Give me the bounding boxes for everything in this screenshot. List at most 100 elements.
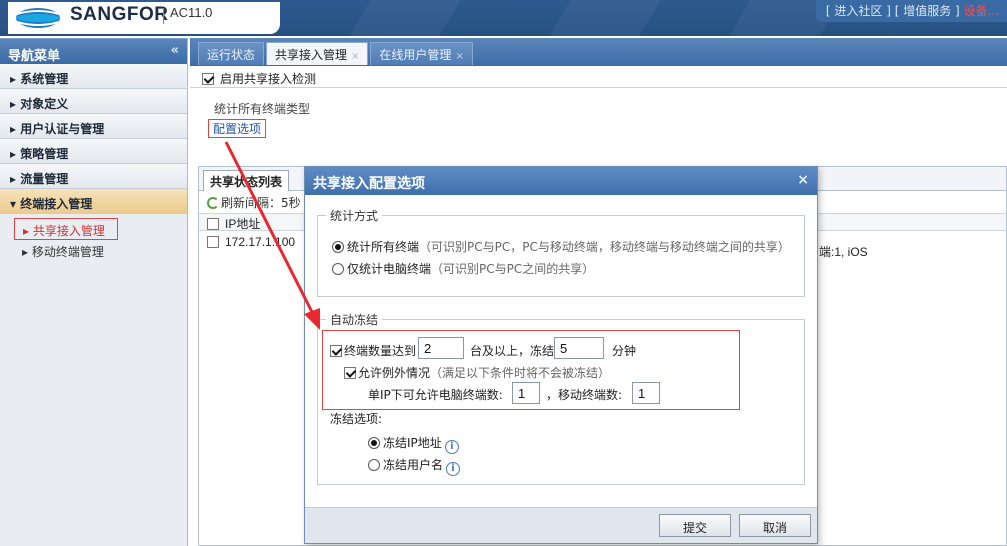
freeze-user-label: 冻结用户名 xyxy=(383,458,444,472)
column-ip: IP地址 xyxy=(225,217,261,231)
nav-item-label: 系统管理 xyxy=(20,72,69,86)
nav-item-objects[interactable]: ▸ 对象定义 xyxy=(0,89,187,114)
nav-subitem-mobile[interactable]: ▸ 移动终端管理 xyxy=(14,240,187,262)
chevron-right-icon: ▸ xyxy=(10,172,17,186)
nav-item-label: 策略管理 xyxy=(20,147,69,161)
nav-item-label: 对象定义 xyxy=(20,97,69,111)
device-link[interactable]: 设备... xyxy=(964,4,999,18)
mobile-count-input[interactable]: 1 xyxy=(632,382,660,404)
info-icon[interactable]: i xyxy=(446,462,461,476)
chevron-right-icon: ▸ xyxy=(10,122,17,136)
refresh-interval-select[interactable]: 刷新间隔：5秒 xyxy=(221,196,301,210)
nav-title: 导航菜单 xyxy=(8,49,61,64)
dialog-footer: 提交 取消 xyxy=(305,507,817,543)
opt-pc-row[interactable]: 仅统计电脑终端（可识别PC与PC之间的共享） xyxy=(332,260,594,277)
nav-subitems: ▸ 共享接入管理 ▸ 移动终端管理 xyxy=(0,214,187,266)
nav-header: 导航菜单 « xyxy=(0,38,187,64)
chevron-right-icon: ▸ xyxy=(23,224,30,238)
enable-detection-label: 启用共享接入检测 xyxy=(220,72,317,86)
term-count-label: 终端数量达到 xyxy=(344,344,417,358)
chevron-right-icon: ▸ xyxy=(10,97,17,111)
freeze-ip-row[interactable]: 冻结IP地址 i xyxy=(368,434,459,454)
submit-button[interactable]: 提交 xyxy=(659,514,731,537)
nav-item-user-auth[interactable]: ▸ 用户认证与管理 xyxy=(0,114,187,139)
refresh-icon[interactable] xyxy=(207,197,219,209)
tab-label: 运行状态 xyxy=(207,48,256,62)
stat-method-legend: 统计方式 xyxy=(326,207,383,224)
freeze-options-label: 冻结选项: xyxy=(330,412,383,426)
pc-per-ip-label: 单IP下可允许电脑终端数: xyxy=(368,388,503,402)
tab-online-users[interactable]: 在线用户管理 × xyxy=(370,42,473,65)
row-ip: 172.17.1.100 xyxy=(225,235,296,249)
tab-label: 共享接入管理 xyxy=(275,48,348,62)
dialog-title: 共享接入配置选项 xyxy=(313,176,425,192)
nav-item-label: 用户认证与管理 xyxy=(20,122,105,136)
nav-subitem-label: 共享接入管理 xyxy=(32,224,105,238)
config-options-link[interactable]: 配置选项 xyxy=(208,119,267,138)
pc-per-ip-input[interactable]: 1 xyxy=(512,382,540,404)
stat-summary: 统计所有终端类型 配置选项 xyxy=(190,88,1007,138)
close-icon[interactable]: × xyxy=(797,172,809,188)
opt-all-hint: （可识别PC与PC，PC与移动终端，移动终端与移动终端之间的共享） xyxy=(419,240,790,254)
radio-stat-all[interactable] xyxy=(332,241,344,253)
term-count-checkbox[interactable] xyxy=(330,345,342,357)
brand-logo: SANGFOR AC11.0 xyxy=(8,2,280,34)
decor-stripe xyxy=(349,0,461,36)
freeze-ip-label: 冻结IP地址 xyxy=(383,436,442,450)
opt-all-row[interactable]: 统计所有终端（可识别PC与PC，PC与移动终端，移动终端与移动终端之间的共享） xyxy=(332,238,790,255)
chevron-right-icon: ▸ xyxy=(10,147,17,161)
dialog-title-bar: 共享接入配置选项 × xyxy=(305,167,817,195)
row-checkbox[interactable] xyxy=(207,236,219,248)
freeze-minutes-input[interactable]: 5 xyxy=(554,337,604,359)
value-service-link[interactable]: [ 增值服务 ] xyxy=(895,4,960,18)
opt-all-label: 统计所有终端 xyxy=(347,240,420,254)
nav-subitem-label: 移动终端管理 xyxy=(31,245,104,259)
select-all-checkbox[interactable] xyxy=(207,218,219,230)
nav-subitem-shared-access[interactable]: ▸ 共享接入管理 xyxy=(14,218,118,240)
freeze-mid-label: 台及以上，冻结 xyxy=(470,344,555,358)
nav-item-traffic[interactable]: ▸ 流量管理 xyxy=(0,164,187,189)
stat-method-group: 统计方式 统计所有终端（可识别PC与PC，PC与移动终端，移动终端与移动终端之间… xyxy=(317,207,805,297)
product-model: AC11.0 xyxy=(170,5,213,20)
chevron-right-icon: ▸ xyxy=(22,245,29,259)
brand-name: SANGFOR xyxy=(70,4,169,25)
nav-item-system[interactable]: ▸ 系统管理 xyxy=(0,64,187,89)
term-count-row: 终端数量达到 xyxy=(330,342,416,359)
nav-item-policy[interactable]: ▸ 策略管理 xyxy=(0,139,187,164)
tab-run-status[interactable]: 运行状态 xyxy=(198,42,265,65)
tab-strip: 运行状态 共享接入管理 × 在线用户管理 × xyxy=(190,38,1007,66)
cancel-button[interactable]: 取消 xyxy=(739,514,811,537)
nav-item-label: 终端接入管理 xyxy=(20,197,93,211)
shared-access-config-dialog: 共享接入配置选项 × 统计方式 统计所有终端（可识别PC与PC，PC与移动终端，… xyxy=(304,166,818,544)
info-icon[interactable]: i xyxy=(444,440,459,454)
auto-freeze-group: 自动冻结 终端数量达到 2 台及以上，冻结 5 分钟 允许例外情况（满足以下条件… xyxy=(317,311,805,485)
stat-type-text: 统计所有终端类型 xyxy=(214,102,311,116)
exception-label: 允许例外情况 xyxy=(358,366,431,380)
nav-item-label: 流量管理 xyxy=(20,172,69,186)
minutes-unit: 分钟 xyxy=(612,344,637,358)
collapse-sidebar-icon[interactable]: « xyxy=(171,43,179,58)
mobile-count-label: ，移动终端数: xyxy=(546,388,623,402)
nav-item-terminal-access[interactable]: ▾ 终端接入管理 xyxy=(0,189,187,214)
opt-pc-hint: （可识别PC与PC之间的共享） xyxy=(431,262,595,276)
term-count-input[interactable]: 2 xyxy=(418,337,464,359)
radio-stat-pc[interactable] xyxy=(332,263,344,275)
radio-freeze-user[interactable] xyxy=(368,459,380,471)
sangfor-logo-icon xyxy=(16,8,60,28)
opt-pc-label: 仅统计电脑终端 xyxy=(347,262,432,276)
close-tab-icon[interactable]: × xyxy=(455,51,463,62)
tab-share-status-list[interactable]: 共享状态列表 xyxy=(203,170,290,191)
enable-detection-checkbox[interactable] xyxy=(202,73,214,85)
row-detail: 端:1, iOS xyxy=(819,245,868,259)
auto-freeze-legend: 自动冻结 xyxy=(326,311,383,328)
community-link[interactable]: [ 进入社区 ] xyxy=(826,4,891,18)
freeze-user-row[interactable]: 冻结用户名 i xyxy=(368,456,461,476)
tab-label: 在线用户管理 xyxy=(379,48,452,62)
exception-hint: （满足以下条件时将不会被冻结） xyxy=(430,366,611,380)
decor-stripe xyxy=(549,0,661,36)
close-tab-icon[interactable]: × xyxy=(351,51,359,62)
exception-checkbox[interactable] xyxy=(344,367,356,379)
brand-divider xyxy=(163,8,164,24)
tab-shared-access[interactable]: 共享接入管理 × xyxy=(266,42,369,65)
radio-freeze-ip[interactable] xyxy=(368,437,380,449)
